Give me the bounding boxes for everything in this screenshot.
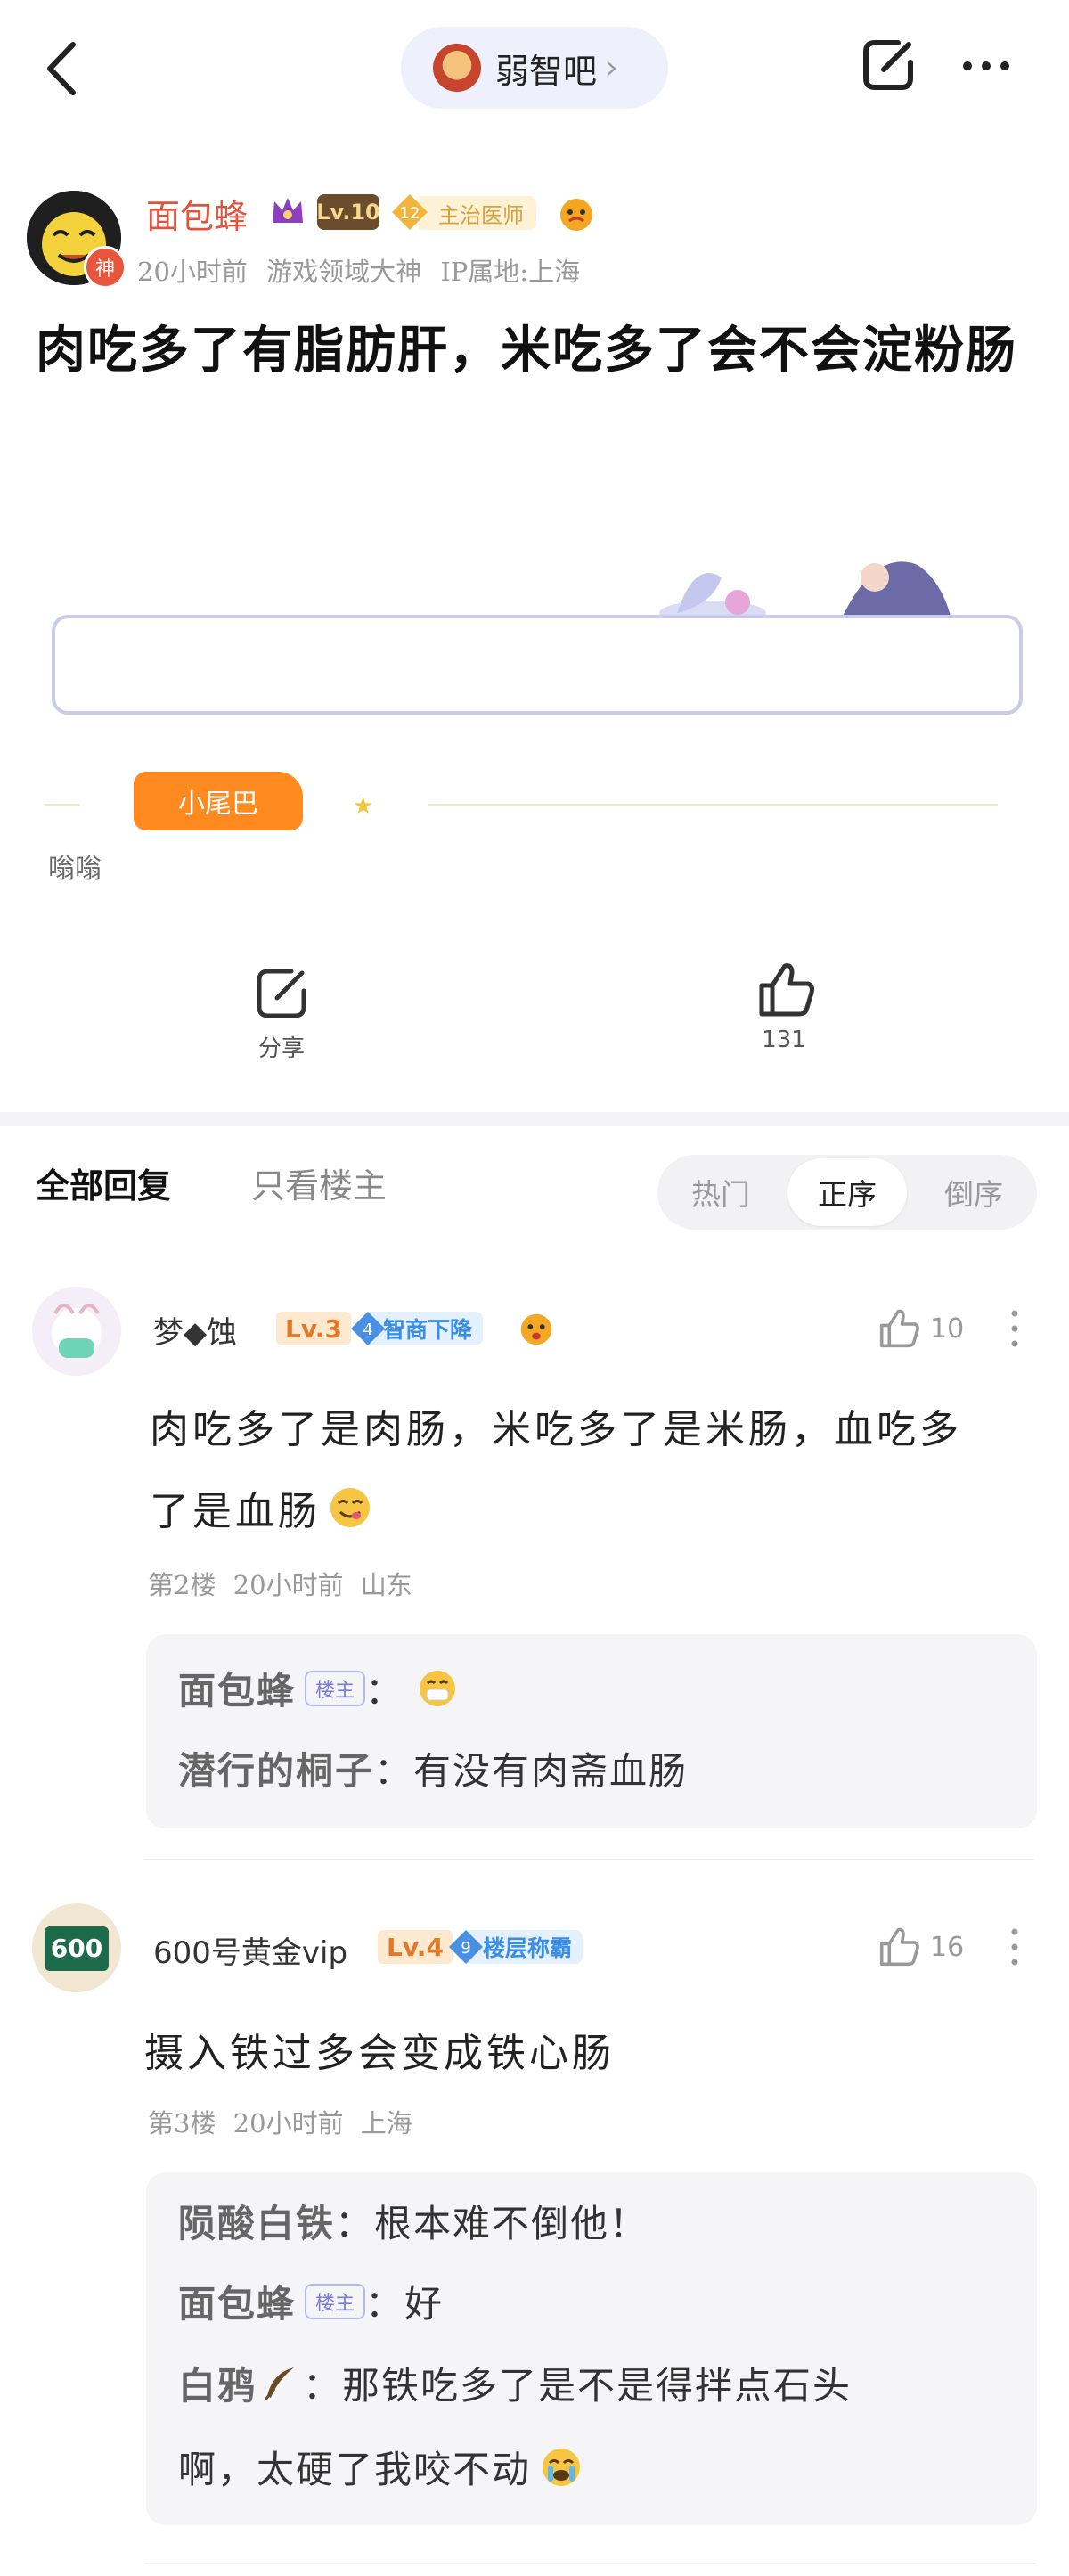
sub-reply-text: 有没有肉斋血肠	[413, 1749, 689, 1793]
forum-pill[interactable]: 弱智吧 ›	[401, 27, 668, 109]
thumbs-up-icon	[879, 1309, 919, 1348]
reply-like-button[interactable]: 16	[877, 1925, 964, 1969]
reply-like-button[interactable]: 10	[877, 1306, 964, 1351]
thumbs-up-icon	[759, 963, 814, 1017]
sub-reply-box[interactable]: 面包蜂 楼主 ： 潜行的桐子：有没有肉斋血肠	[146, 1634, 1037, 1828]
sort-desc[interactable]: 倒序	[910, 1155, 1037, 1230]
svg-text:9: 9	[461, 1939, 470, 1958]
sort-asc[interactable]: 正序	[787, 1158, 907, 1226]
sub-reply-text: 啊，太硬了我咬不动	[178, 2448, 532, 2491]
share-icon	[257, 969, 306, 1018]
reply-meta: 第2楼 20小时前 山东	[148, 1570, 412, 1600]
sub-reply-username[interactable]: 面包蜂	[178, 1661, 296, 1715]
reply-avatar[interactable]	[32, 1287, 121, 1376]
feather-icon	[264, 2367, 295, 2400]
emoji-icon	[520, 1313, 552, 1345]
share-label: 分享	[257, 1035, 305, 1062]
reply-meta: 第3楼 20小时前 上海	[148, 2108, 412, 2138]
level-badge: Lv.10	[316, 194, 380, 230]
sub-reply-username[interactable]: 潜行的桐子	[178, 1749, 374, 1793]
divider	[428, 804, 998, 806]
like-action[interactable]: 131	[695, 959, 873, 1053]
reply-body: 了是血肠	[150, 1479, 372, 1536]
mask-emoji-icon	[420, 1670, 456, 1706]
star-icon: ★	[353, 793, 374, 820]
post-title: 肉吃多了有脂肪肝，米吃多了会不会淀粉肠	[36, 321, 1017, 380]
sort-toggle: 热门 正序 倒序	[657, 1155, 1037, 1230]
chevron-right-icon: ›	[606, 50, 618, 86]
reply-username[interactable]: 600号黄金vip	[153, 1928, 347, 1972]
god-badge: 神	[84, 246, 126, 289]
section-divider	[0, 1112, 1069, 1126]
sub-reply: 白鸦 ： 那铁吃多了是不是得拌点石头	[178, 2356, 852, 2410]
rank-number-icon: 4	[351, 1312, 385, 1345]
reply-separator	[144, 1859, 1035, 1860]
author-name[interactable]: 面包蜂	[146, 189, 248, 238]
reply-level-badge: Lv.4	[378, 1930, 453, 1964]
sub-reply: 面包蜂 楼主 ：	[178, 1661, 458, 1715]
op-tag: 楼主	[305, 1670, 366, 1706]
tab-op-only[interactable]: 只看楼主	[251, 1158, 387, 1207]
sub-reply: 啊，太硬了我咬不动	[178, 2440, 583, 2494]
sort-hot[interactable]: 热门	[657, 1155, 784, 1230]
thumbs-up-icon	[879, 1927, 919, 1967]
sub-reply: 潜行的桐子：有没有肉斋血肠	[178, 1749, 689, 1793]
emoji-icon	[560, 199, 592, 231]
rank-number-icon: 9	[449, 1930, 483, 1964]
svg-text:4: 4	[363, 1321, 372, 1339]
more-vertical-icon[interactable]	[1010, 1926, 1019, 1967]
more-vertical-icon[interactable]	[1010, 1308, 1019, 1349]
tab-all-replies[interactable]: 全部回复	[36, 1158, 171, 1207]
yummy-emoji-icon	[330, 1488, 370, 1527]
reply-like-count: 16	[930, 1931, 965, 1963]
crying-emoji-icon	[543, 2448, 581, 2486]
reply-body: 摄入铁过多会变成铁心肠	[144, 2031, 615, 2076]
share-edit-icon[interactable]	[859, 36, 918, 94]
like-count: 131	[762, 1026, 806, 1053]
sub-reply-username[interactable]: 陨酸白铁	[178, 2202, 335, 2245]
reply-body-text: 了是血肠	[150, 1489, 321, 1534]
rank-title-badge: 主治医师	[419, 196, 536, 230]
sub-reply-text: 根本难不倒他！	[374, 2202, 649, 2245]
forum-avatar	[433, 44, 481, 92]
share-action[interactable]: 分享	[192, 964, 371, 1063]
reply-like-count: 10	[930, 1313, 965, 1345]
svg-text:600: 600	[51, 1934, 102, 1963]
sub-reply-text: 好	[404, 2282, 445, 2326]
tail-badge: 小尾巴	[134, 772, 303, 830]
signature-box	[52, 615, 1023, 715]
sub-reply-username[interactable]: 面包蜂	[178, 2274, 296, 2328]
sub-reply-sep: ：	[365, 1669, 405, 1713]
divider	[45, 804, 80, 806]
crown-icon	[273, 198, 303, 223]
reply-username[interactable]: 梦◆蚀	[153, 1308, 237, 1352]
reply-separator	[144, 2563, 1035, 2564]
reply-body: 肉吃多了是肉肠，米吃多了是米肠，血吃多	[150, 1407, 962, 1452]
sub-reply: 陨酸白铁：根本难不倒他！	[178, 2202, 649, 2245]
back-arrow-icon[interactable]	[34, 37, 96, 100]
op-tag: 楼主	[305, 2283, 366, 2319]
sub-reply-text: 那铁吃多了是不是得拌点石头	[342, 2364, 853, 2408]
tail-text: 嗡嗡	[48, 854, 102, 885]
reply-avatar[interactable]: 600	[32, 1903, 121, 1992]
sub-reply-username[interactable]: 白鸦	[178, 2356, 257, 2410]
sub-reply-box[interactable]: 陨酸白铁：根本难不倒他！ 面包蜂 楼主 ： 好 白鸦 ： 那铁吃多了是不是得拌点…	[146, 2172, 1037, 2525]
forum-name: 弱智吧	[495, 51, 598, 91]
svg-text:12: 12	[400, 204, 420, 223]
more-icon[interactable]	[957, 36, 1016, 94]
post-meta: 20小时前 游戏领域大神 IP属地:上海	[137, 257, 581, 287]
rank-number-icon: 12	[392, 194, 428, 230]
reply-level-badge: Lv.3	[276, 1312, 351, 1345]
sub-reply: 面包蜂 楼主 ： 好	[178, 2274, 444, 2328]
